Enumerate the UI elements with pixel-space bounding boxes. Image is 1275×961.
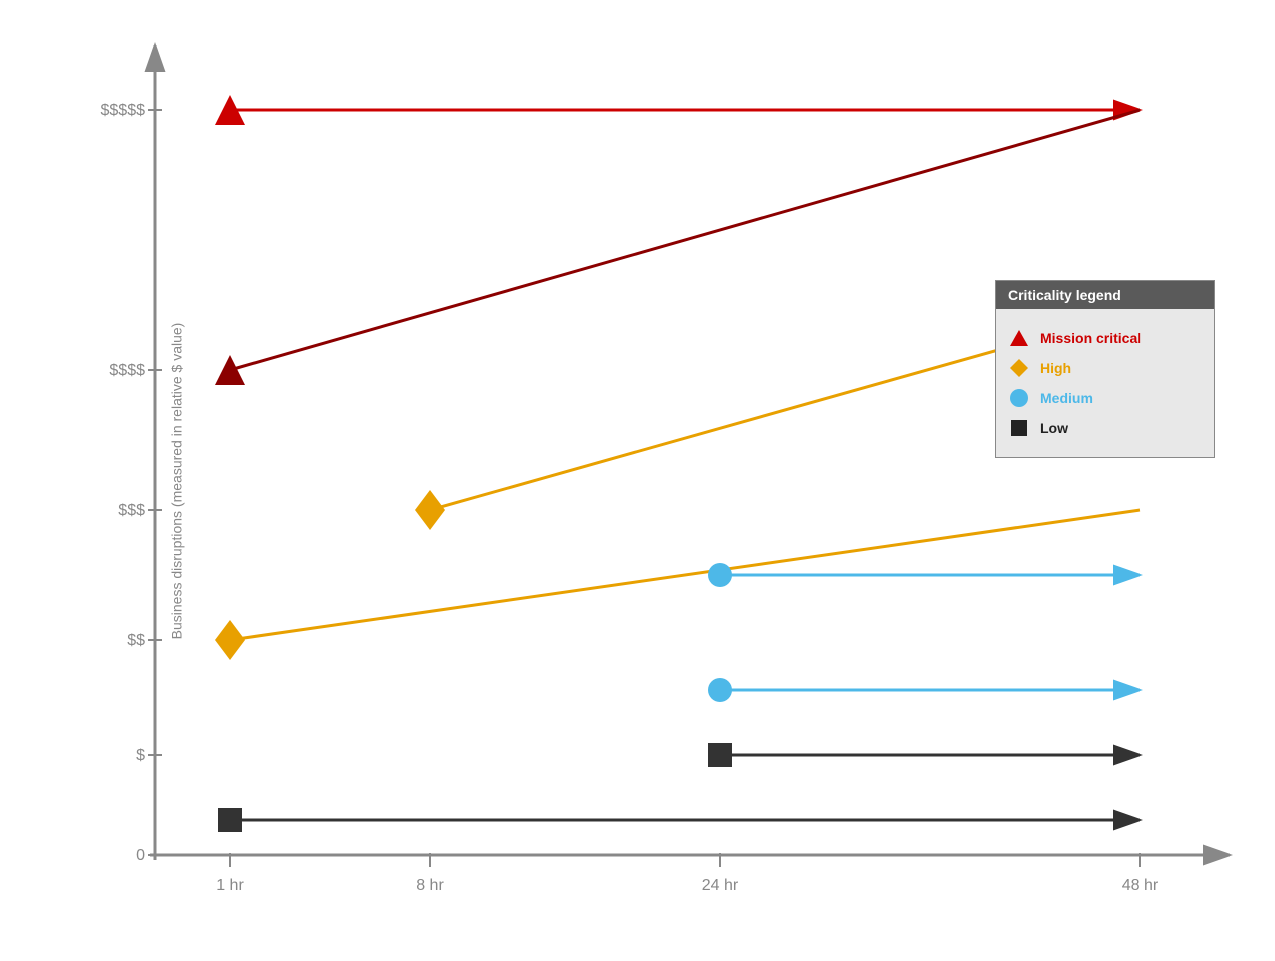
- legend-label-mission-critical: Mission critical: [1040, 330, 1141, 346]
- high-top-start-marker: [415, 490, 445, 530]
- legend-item-low: Low: [1008, 417, 1202, 439]
- medium-bottom-start-marker: [708, 678, 732, 702]
- low-bottom-start-marker: [218, 808, 242, 832]
- y-label-1: $: [136, 747, 145, 764]
- legend-label-medium: Medium: [1040, 390, 1093, 406]
- x-label-1hr: 1 hr: [216, 877, 244, 894]
- legend-icon-high: [1008, 357, 1030, 379]
- x-label-48hr: 48 hr: [1122, 877, 1159, 894]
- medium-top-start-marker: [708, 563, 732, 587]
- y-label-5: $$$$$: [101, 102, 146, 119]
- legend-label-low: Low: [1040, 420, 1068, 436]
- legend-item-mission-critical: Mission critical: [1008, 327, 1202, 349]
- y-label-2: $$: [127, 632, 145, 649]
- high-bottom-start-marker: [215, 620, 245, 660]
- main-chart: 0 $ $$ $$$ $$$$ $$$$$ 1 hr 8 hr 24 hr 48…: [0, 0, 1275, 961]
- y-label-3: $$$: [118, 502, 145, 519]
- legend-label-high: High: [1040, 360, 1071, 376]
- legend-icon-low: [1008, 417, 1030, 439]
- chart-container: Business disruptions (measured in relati…: [0, 0, 1275, 961]
- legend-icon-medium: [1008, 387, 1030, 409]
- legend-title: Criticality legend: [996, 281, 1214, 309]
- low-top-start-marker: [708, 743, 732, 767]
- legend-item-high: High: [1008, 357, 1202, 379]
- legend-item-medium: Medium: [1008, 387, 1202, 409]
- legend-body: Mission critical High Medium: [996, 309, 1214, 457]
- y-label-4: $$$$: [109, 362, 145, 379]
- x-label-8hr: 8 hr: [416, 877, 444, 894]
- legend-box: Criticality legend Mission critical High: [995, 280, 1215, 458]
- legend-icon-mission-critical: [1008, 327, 1030, 349]
- y-label-0: 0: [136, 847, 145, 864]
- x-label-24hr: 24 hr: [702, 877, 739, 894]
- mission-critical-bottom-start-marker: [215, 355, 245, 385]
